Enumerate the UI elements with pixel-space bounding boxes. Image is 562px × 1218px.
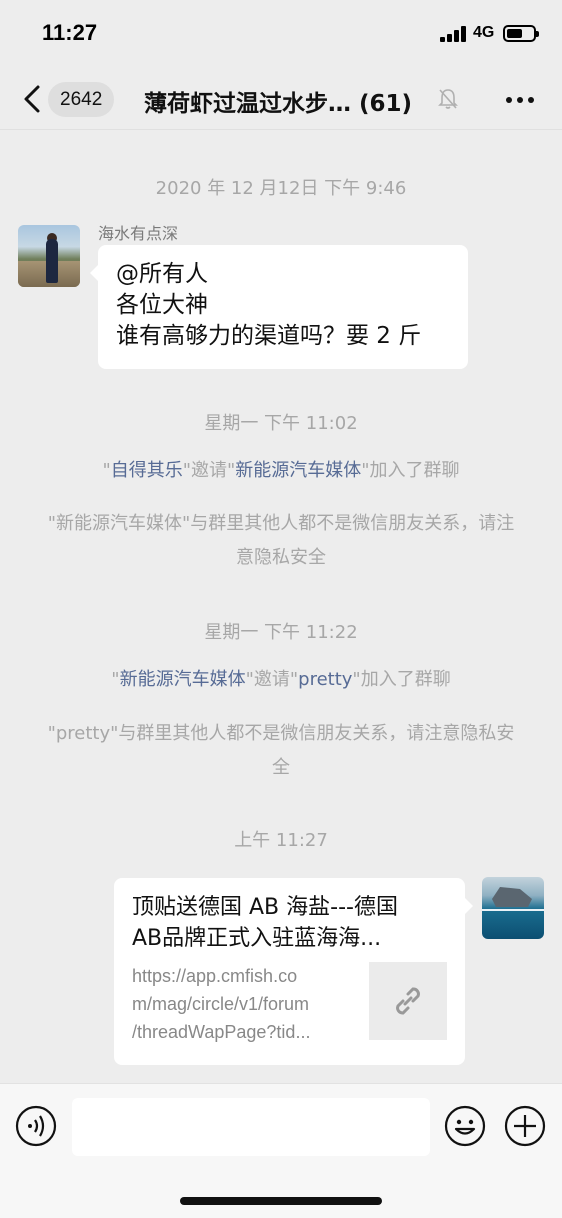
timestamp: 星期一 下午 11:22 <box>204 622 358 643</box>
voice-icon[interactable] <box>15 1105 57 1147</box>
link-title: 顶贴送德国 AB 海盐---德国 AB品牌正式入驻蓝海海... <box>132 892 447 954</box>
status-time: 11:27 <box>42 20 98 45</box>
system-message: "新能源汽车媒体"与群里其他人都不是微信朋友关系，请注意隐私安全 <box>47 513 515 568</box>
system-text: "邀请" <box>245 669 299 690</box>
avatar[interactable] <box>482 877 544 939</box>
status-bar: 11:27 4G <box>0 0 562 70</box>
avatar[interactable] <box>18 225 80 287</box>
link-title-line: 顶贴送德国 AB 海盐---德国 <box>132 895 398 920</box>
message-line: 谁有高够力的渠道吗？要 2 斤 <box>116 323 422 349</box>
message-line: @所有人 <box>116 261 208 287</box>
system-message: "自得其乐"邀请"新能源汽车媒体"加入了群聊 <box>40 454 522 488</box>
user-link[interactable]: 新能源汽车媒体 <box>120 669 246 690</box>
link-desc-line: https://app.cmfish.co <box>132 966 298 986</box>
network-label: 4G <box>473 24 495 41</box>
system-text: "加入了群聊 <box>352 669 451 690</box>
plus-icon[interactable] <box>504 1105 546 1147</box>
user-link[interactable]: 新能源汽车媒体 <box>235 460 361 481</box>
unread-count-badge[interactable]: 2642 <box>48 82 115 117</box>
message-bubble[interactable]: @所有人 各位大神 谁有高够力的渠道吗？要 2 斤 <box>90 245 468 369</box>
mute-icon <box>438 89 458 109</box>
more-icon[interactable] <box>500 88 540 112</box>
chat-title: 薄荷虾过温过水步… (61) <box>144 91 413 117</box>
link-icon <box>396 987 420 1015</box>
system-text: " <box>111 669 120 690</box>
timestamp: 2020 年 12 月12日 下午 9:46 <box>155 178 407 199</box>
system-text: "加入了群聊 <box>361 460 460 481</box>
link-title-line: AB品牌正式入驻蓝海海... <box>132 926 382 951</box>
emoji-icon[interactable] <box>444 1105 486 1147</box>
sender-name: 海水有点深 <box>98 224 179 243</box>
system-message: "新能源汽车媒体"邀请"pretty"加入了群聊 <box>40 663 522 697</box>
back-icon[interactable] <box>20 84 44 114</box>
user-link[interactable]: 自得其乐 <box>111 460 183 481</box>
message-line: 各位大神 <box>116 292 208 318</box>
timestamp: 上午 11:27 <box>234 830 328 851</box>
system-message: "pretty"与群里其他人都不是微信朋友关系，请注意隐私安全 <box>47 723 515 778</box>
link-thumbnail <box>369 962 447 1040</box>
system-text: "邀请" <box>182 460 236 481</box>
user-link[interactable]: pretty <box>298 669 352 690</box>
signal-icon <box>440 26 468 42</box>
link-card[interactable]: 顶贴送德国 AB 海盐---德国 AB品牌正式入驻蓝海海... https://… <box>114 878 473 1065</box>
system-text: " <box>102 460 111 481</box>
link-desc-line: /threadWapPage?tid... <box>132 1022 311 1042</box>
link-desc-line: m/mag/circle/v1/forum <box>132 994 310 1014</box>
home-indicator[interactable] <box>180 1197 382 1205</box>
message-input[interactable] <box>72 1098 430 1156</box>
link-description: https://app.cmfish.co m/mag/circle/v1/fo… <box>132 962 357 1046</box>
chat-header: 2642 薄荷虾过温过水步… (61) <box>0 70 562 130</box>
timestamp: 星期一 下午 11:02 <box>204 413 358 434</box>
battery-icon <box>503 25 539 42</box>
